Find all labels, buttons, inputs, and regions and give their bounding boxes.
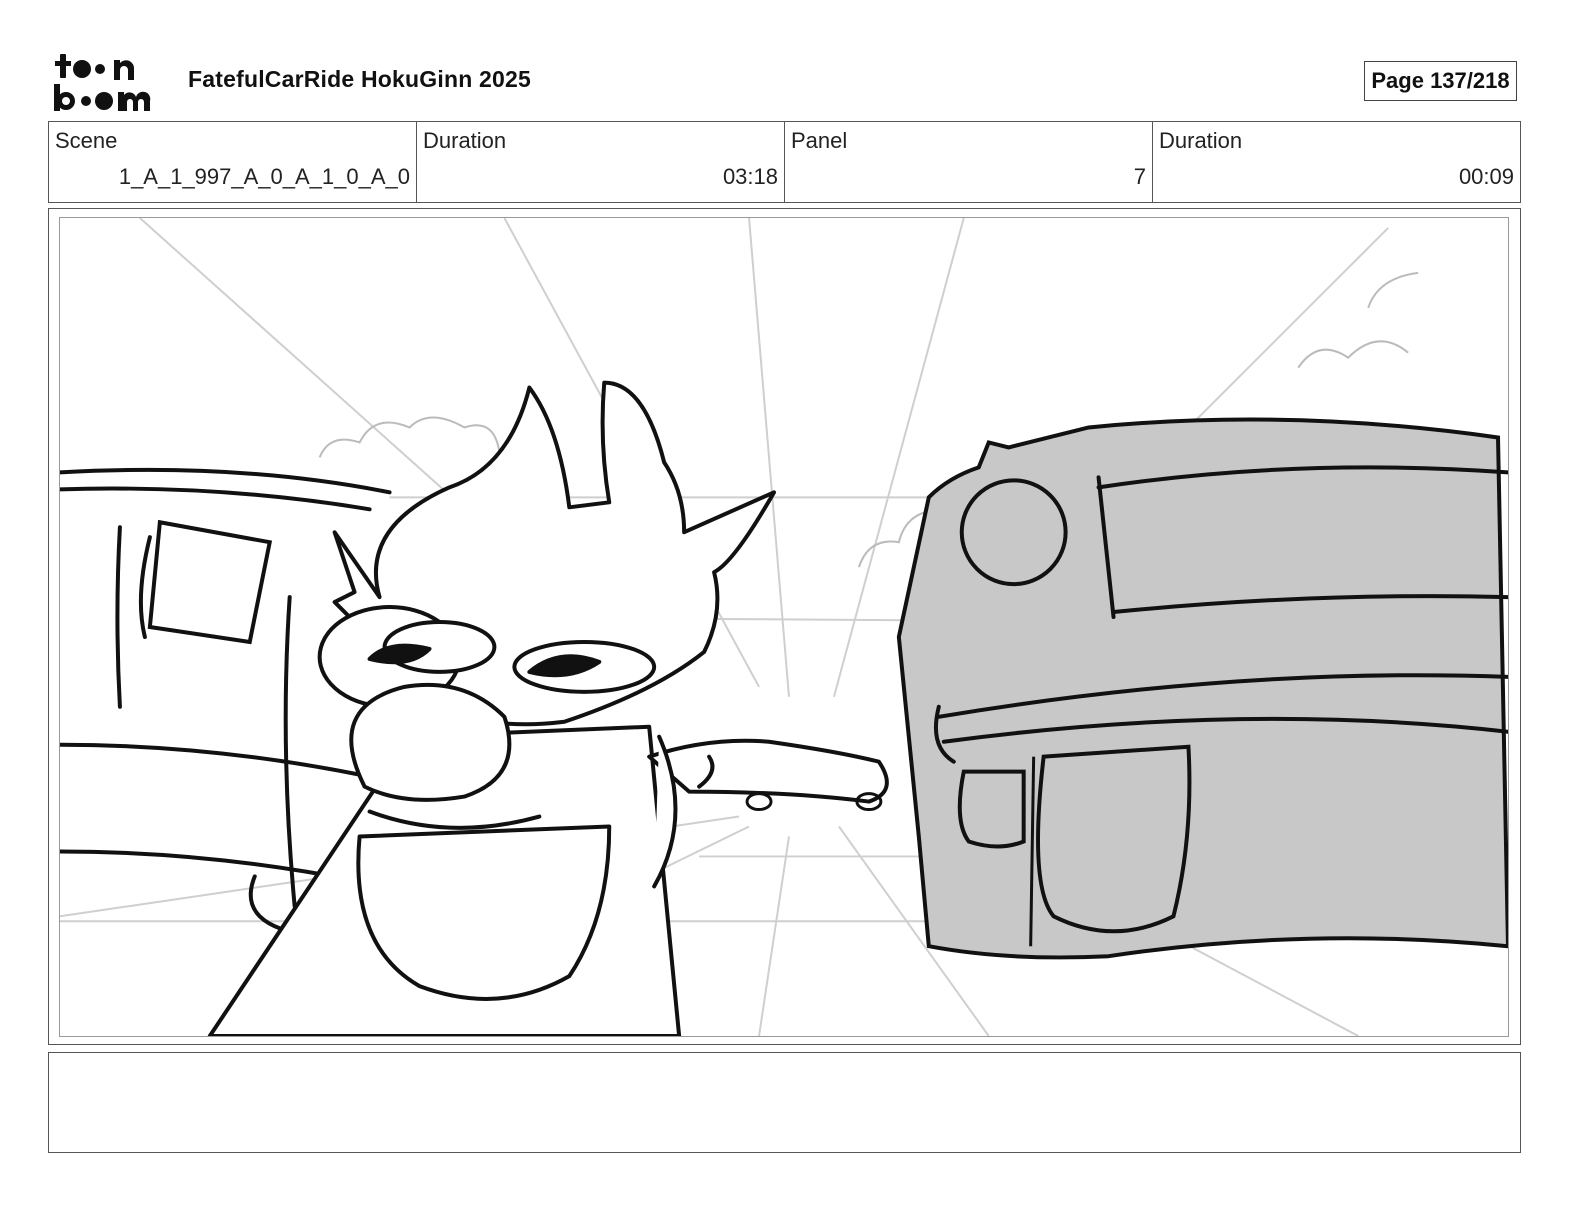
- page-indicator: Page 137/218: [1364, 61, 1517, 101]
- toon-boom-logo: [54, 54, 151, 111]
- scene-duration-value: 03:18: [722, 164, 778, 189]
- storyboard-panel: [48, 208, 1521, 1045]
- scene-cell: Scene 1_A_1_997_A_0_A_1_0_A_0: [49, 122, 417, 202]
- project-title: FatefulCarRide HokuGinn 2025: [188, 66, 532, 92]
- storyboard-sketch-image: [60, 218, 1508, 1036]
- scene-duration-cell: Duration 03:18: [417, 122, 785, 202]
- panel-duration-cell: Duration 00:09: [1153, 122, 1520, 202]
- scene-label: Scene: [55, 128, 118, 153]
- panel-safe-area: [59, 217, 1509, 1037]
- panel-label: Panel: [791, 128, 848, 153]
- scene-info-table: Scene 1_A_1_997_A_0_A_1_0_A_0 Duration 0…: [48, 121, 1521, 203]
- panel-duration-value: 00:09: [1458, 164, 1514, 189]
- scene-value: 1_A_1_997_A_0_A_1_0_A_0: [118, 164, 410, 189]
- panel-cell: Panel 7: [785, 122, 1153, 202]
- panel-value: 7: [1133, 164, 1146, 189]
- panel-duration-label: Duration: [1159, 128, 1243, 153]
- scene-duration-label: Duration: [423, 128, 507, 153]
- panel-notes-box: [48, 1052, 1521, 1153]
